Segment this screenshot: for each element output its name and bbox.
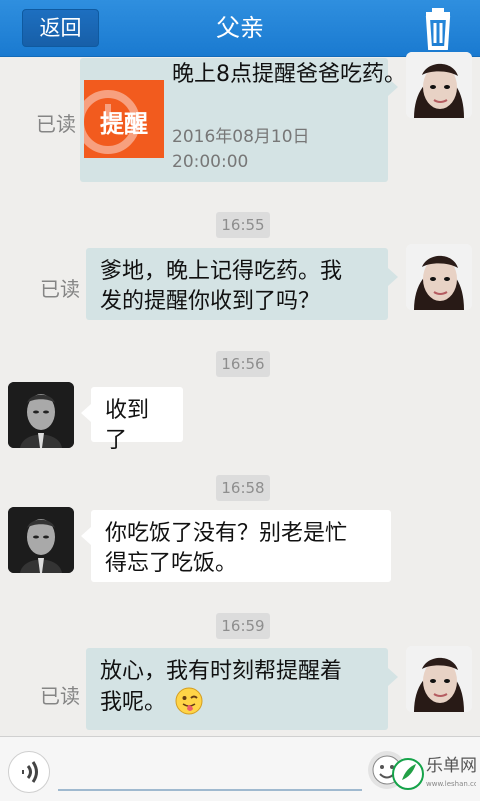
message-bubble[interactable]: 收到了 [81,387,183,453]
avatar[interactable] [8,382,74,448]
reminder-badge-text: 提醒 [100,110,148,138]
message-bubble[interactable]: 你吃饭了没有？别老是忙 得忘了吃饭。 [81,510,391,582]
reminder-badge-icon: 提醒 [84,80,164,158]
back-button[interactable]: 返回 [22,9,99,47]
chat-title: 父亲 [216,14,264,42]
avatar[interactable] [8,507,74,573]
reminder-title: 晚上8点提醒爸爸吃药。 [172,62,406,87]
read-status: 已读 [36,112,76,136]
father-avatar-icon [8,507,74,573]
site-watermark: 乐单网 www.leshan.com [392,756,480,792]
avatar[interactable] [406,646,472,712]
watermark-logo-icon: 乐单网 www.leshan.com [392,756,480,790]
daughter-avatar-icon [406,646,472,712]
svg-text:www.leshan.com: www.leshan.com [426,780,476,788]
svg-text:乐单网: 乐单网 [426,756,476,776]
time-stamp: 16:56 [216,351,270,377]
time-stamp: 16:59 [216,613,270,639]
voice-button[interactable] [8,751,50,793]
message-input[interactable] [58,749,362,791]
avatar[interactable] [406,52,472,118]
daughter-avatar-icon [406,52,472,118]
daughter-avatar-icon [406,244,472,310]
time-stamp: 16:58 [216,475,270,501]
message-bubble[interactable]: 放心，我有时刻帮提醒着 我呢。 [86,648,398,730]
chat-header: 返回 父亲 [0,0,480,57]
time-stamp: 16:55 [216,212,270,238]
voice-icon [22,761,38,783]
avatar[interactable] [406,244,472,310]
read-status: 已读 [40,277,80,301]
tongue-out-emoji-icon [175,687,203,715]
father-avatar-icon [8,382,74,448]
read-status: 已读 [40,684,80,708]
message-bubble[interactable]: 爹地，晚上记得吃药。我 发的提醒你收到了吗？ [86,248,398,320]
reminder-datetime: 2016年08月10日 20:00:00 [172,127,310,172]
trash-icon[interactable] [418,8,458,50]
